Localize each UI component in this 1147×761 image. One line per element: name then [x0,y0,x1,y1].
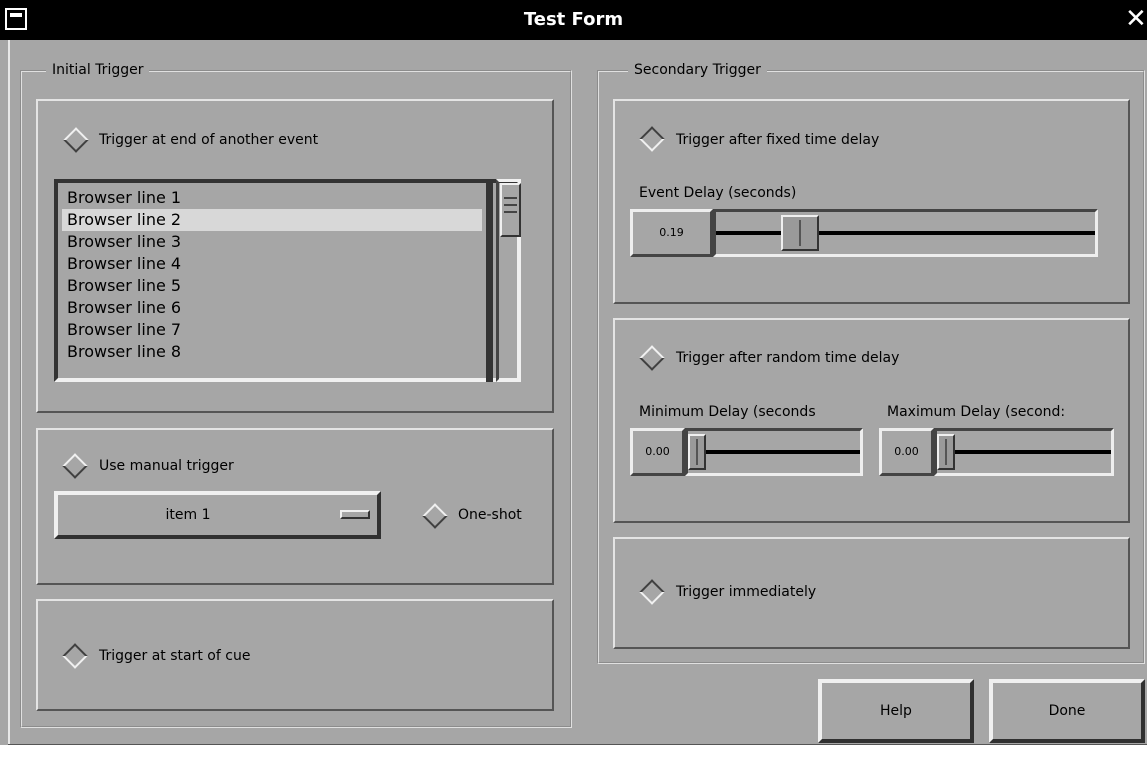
fixed-delay-label: Trigger after fixed time delay [676,132,880,148]
manual-trigger-label: Use manual trigger [99,458,234,474]
done-button[interactable]: Done [989,679,1145,743]
browser-lines: Browser line 1 Browser line 2 Browser li… [62,187,482,363]
slider-track-line [688,450,860,454]
browser-line[interactable]: Browser line 6 [62,297,482,319]
browser-line[interactable]: Browser line 5 [62,275,482,297]
min-delay-thumb[interactable] [688,434,706,470]
initial-trigger-label: Initial Trigger [46,61,150,79]
max-delay-thumb[interactable] [937,434,955,470]
event-browser[interactable]: Browser line 1 Browser line 2 Browser li… [54,179,521,382]
max-delay-slider[interactable] [934,428,1114,476]
secondary-trigger-label: Secondary Trigger [628,61,767,79]
slider-track-line [937,450,1111,454]
browser-line[interactable]: Browser line 3 [62,231,482,253]
browser-line[interactable]: Browser line 7 [62,319,482,341]
manual-choice-dropdown[interactable]: item 1 [54,491,381,539]
browser-scrollbar[interactable] [496,179,521,382]
event-delay-value: 0.19 [630,209,713,257]
help-button[interactable]: Help [818,679,974,743]
scrollbar-divider [486,179,493,382]
event-delay-label: Event Delay (seconds) [639,185,797,201]
window-title: Test Form [523,9,624,30]
browser-line[interactable]: Browser line 1 [62,187,482,209]
browser-line[interactable]: Browser line 4 [62,253,482,275]
slider-track-line [716,231,1095,235]
scrollbar-thumb[interactable] [500,183,521,237]
event-delay-slider[interactable] [713,209,1098,257]
one-shot-label: One-shot [458,507,522,523]
min-delay-value: 0.00 [630,428,685,476]
start-cue-label: Trigger at start of cue [99,648,251,664]
manual-choice-value: item 1 [165,507,211,523]
end-event-label: Trigger at end of another event [99,132,319,148]
browser-line[interactable]: Browser line 8 [62,341,482,363]
min-delay-label: Minimum Delay (seconds [639,404,816,420]
browser-line[interactable]: Browser line 2 [62,209,482,231]
max-delay-label: Maximum Delay (second: [887,404,1066,420]
immediate-label: Trigger immediately [676,584,817,600]
random-delay-label: Trigger after random time delay [676,350,900,366]
desktop-strip [0,745,1147,761]
dropdown-indicator-icon [340,510,370,519]
max-delay-value: 0.00 [879,428,934,476]
close-icon[interactable]: ✕ [1125,4,1147,34]
event-delay-thumb[interactable] [781,215,819,251]
min-delay-slider[interactable] [685,428,863,476]
